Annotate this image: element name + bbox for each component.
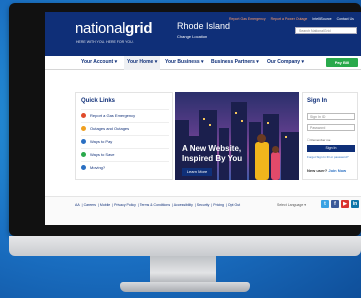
nav-our-company[interactable]: Our Company ▾ xyxy=(267,59,304,65)
child-figure xyxy=(271,152,280,180)
monitor-chin xyxy=(9,236,361,256)
twitter-icon[interactable]: t xyxy=(321,200,329,208)
pay-bill-button[interactable]: Pay Bill xyxy=(326,58,358,67)
window-light xyxy=(209,124,211,126)
quick-link-label: Ways to Save xyxy=(90,152,115,157)
monitor-frame: nationalgrid HERE WITH YOU. HERE FOR YOU… xyxy=(9,3,361,236)
nav-label: Business Partners xyxy=(211,59,255,65)
forgot-credentials-link[interactable]: Forgot Sign In ID or password? xyxy=(307,155,349,159)
quick-link-moving[interactable]: Moving? xyxy=(81,161,169,173)
monitor-stand-neck xyxy=(150,256,216,284)
building-shape xyxy=(231,102,247,180)
quick-link-outages[interactable]: Outages and Outages xyxy=(81,122,169,134)
state-name: Rhode Island xyxy=(177,21,231,31)
new-user-label: New user? xyxy=(307,168,328,173)
nav-label: Your Account xyxy=(81,59,114,65)
hero-banner[interactable]: A New Website, Inspired By You Learn Mor… xyxy=(175,92,299,180)
nav-your-business[interactable]: Your Business ▾ xyxy=(165,59,204,65)
logo-text-bold: grid xyxy=(125,20,153,37)
new-user-prompt: New user? Join Now xyxy=(307,168,346,173)
quick-links-panel: Quick Links Report a Gas Emergency Outag… xyxy=(75,92,173,180)
remember-me-checkbox[interactable]: ☐ Remember me xyxy=(307,138,330,142)
quick-link-label: Moving? xyxy=(90,165,106,170)
facebook-icon[interactable]: f xyxy=(331,200,339,208)
window-light xyxy=(267,122,269,124)
credit-card-icon xyxy=(81,139,86,144)
footer-link[interactable]: Opt Out xyxy=(228,203,240,207)
hero-headline-line2: Inspired By You xyxy=(182,154,243,163)
monitor-stand-foot xyxy=(120,282,250,292)
footer-links: AA | Careers | Mobile | Privacy Policy | Ter… xyxy=(75,203,241,207)
nav-label: Your Business xyxy=(165,59,200,65)
search-placeholder: Search NationalGrid xyxy=(299,29,331,33)
quick-link-label: Ways to Pay xyxy=(90,139,113,144)
youtube-icon[interactable]: ▶ xyxy=(341,200,349,208)
nav-your-home[interactable]: Your Home ▾ xyxy=(124,56,161,70)
password-field[interactable]: Password xyxy=(307,124,355,131)
nav-business-partners[interactable]: Business Partners ▾ xyxy=(211,59,259,65)
window-light xyxy=(241,120,243,122)
sign-in-title: Sign In xyxy=(307,98,327,104)
main-nav: Your Account ▾ Your Home ▾ Your Business… xyxy=(45,56,361,70)
sign-in-panel: Sign In Sign In ID Password ☐ Remember m… xyxy=(302,92,358,180)
quick-link-gas-emergency[interactable]: Report a Gas Emergency xyxy=(81,109,169,121)
learn-more-button[interactable]: Learn More xyxy=(182,168,212,176)
nav-label: Your Home xyxy=(127,59,154,65)
footer-link[interactable]: AA xyxy=(75,203,80,207)
flame-icon xyxy=(81,113,86,118)
quick-links-title: Quick Links xyxy=(81,98,116,104)
footer-link[interactable]: Accessibility xyxy=(174,203,193,207)
child-head xyxy=(272,146,279,153)
footer-link[interactable]: Careers xyxy=(84,203,96,207)
utility-links: Report Gas Emergency Report a Power Outa… xyxy=(229,17,358,21)
sign-in-button[interactable]: Sign In xyxy=(307,145,355,152)
footer-link[interactable]: Terms & Conditions xyxy=(140,203,170,207)
select-language-dropdown[interactable]: Select Language ▾ xyxy=(277,203,306,207)
quick-link-label: Outages and Outages xyxy=(90,126,130,131)
language-label: Select Language xyxy=(277,203,304,207)
window-light xyxy=(203,118,205,120)
person-figure xyxy=(255,142,269,180)
footer-link[interactable]: Mobile xyxy=(100,203,110,207)
tagline: HERE WITH YOU. HERE FOR YOU. xyxy=(76,40,134,44)
nav-label: Our Company xyxy=(267,59,301,65)
national-grid-logo[interactable]: nationalgrid xyxy=(75,20,153,37)
window-light xyxy=(235,112,237,114)
remember-me-label: Remember me xyxy=(310,138,331,142)
footer-link[interactable]: Privacy Policy xyxy=(114,203,136,207)
nav-your-account[interactable]: Your Account ▾ xyxy=(81,59,117,65)
quick-link-ways-to-pay[interactable]: Ways to Pay xyxy=(81,135,169,147)
building-shape xyxy=(281,132,299,180)
quick-link-ways-to-save[interactable]: Ways to Save xyxy=(81,148,169,160)
contact-us-link[interactable]: Contact Us xyxy=(337,17,354,21)
change-location-link[interactable]: Change Location xyxy=(177,34,207,39)
site-header: nationalgrid HERE WITH YOU. HERE FOR YOU… xyxy=(45,12,361,56)
truck-icon xyxy=(81,165,86,170)
quick-link-label: Report a Gas Emergency xyxy=(90,113,136,118)
lightbulb-icon xyxy=(81,126,86,131)
report-gas-emergency-link[interactable]: Report Gas Emergency xyxy=(229,17,266,21)
logo-text-light: national xyxy=(75,20,126,37)
person-head xyxy=(257,134,266,143)
linkedin-icon[interactable]: in xyxy=(351,200,359,208)
window-light xyxy=(285,136,287,138)
intellisource-link[interactable]: IntelliSource xyxy=(312,17,331,21)
join-now-link[interactable]: Join Now xyxy=(328,168,346,173)
sign-in-id-field[interactable]: Sign In ID xyxy=(307,113,355,120)
report-outage-link[interactable]: Report a Power Outage xyxy=(271,17,308,21)
footer-link[interactable]: Security xyxy=(197,203,210,207)
site-footer: AA | Careers | Mobile | Privacy Policy | Ter… xyxy=(45,196,361,225)
search-input[interactable]: Search NationalGrid xyxy=(295,27,357,34)
piggy-bank-icon xyxy=(81,152,86,157)
hero-headline-line1: A New Website, xyxy=(182,144,242,153)
screen: nationalgrid HERE WITH YOU. HERE FOR YOU… xyxy=(45,12,361,225)
footer-link[interactable]: Pricing xyxy=(213,203,224,207)
